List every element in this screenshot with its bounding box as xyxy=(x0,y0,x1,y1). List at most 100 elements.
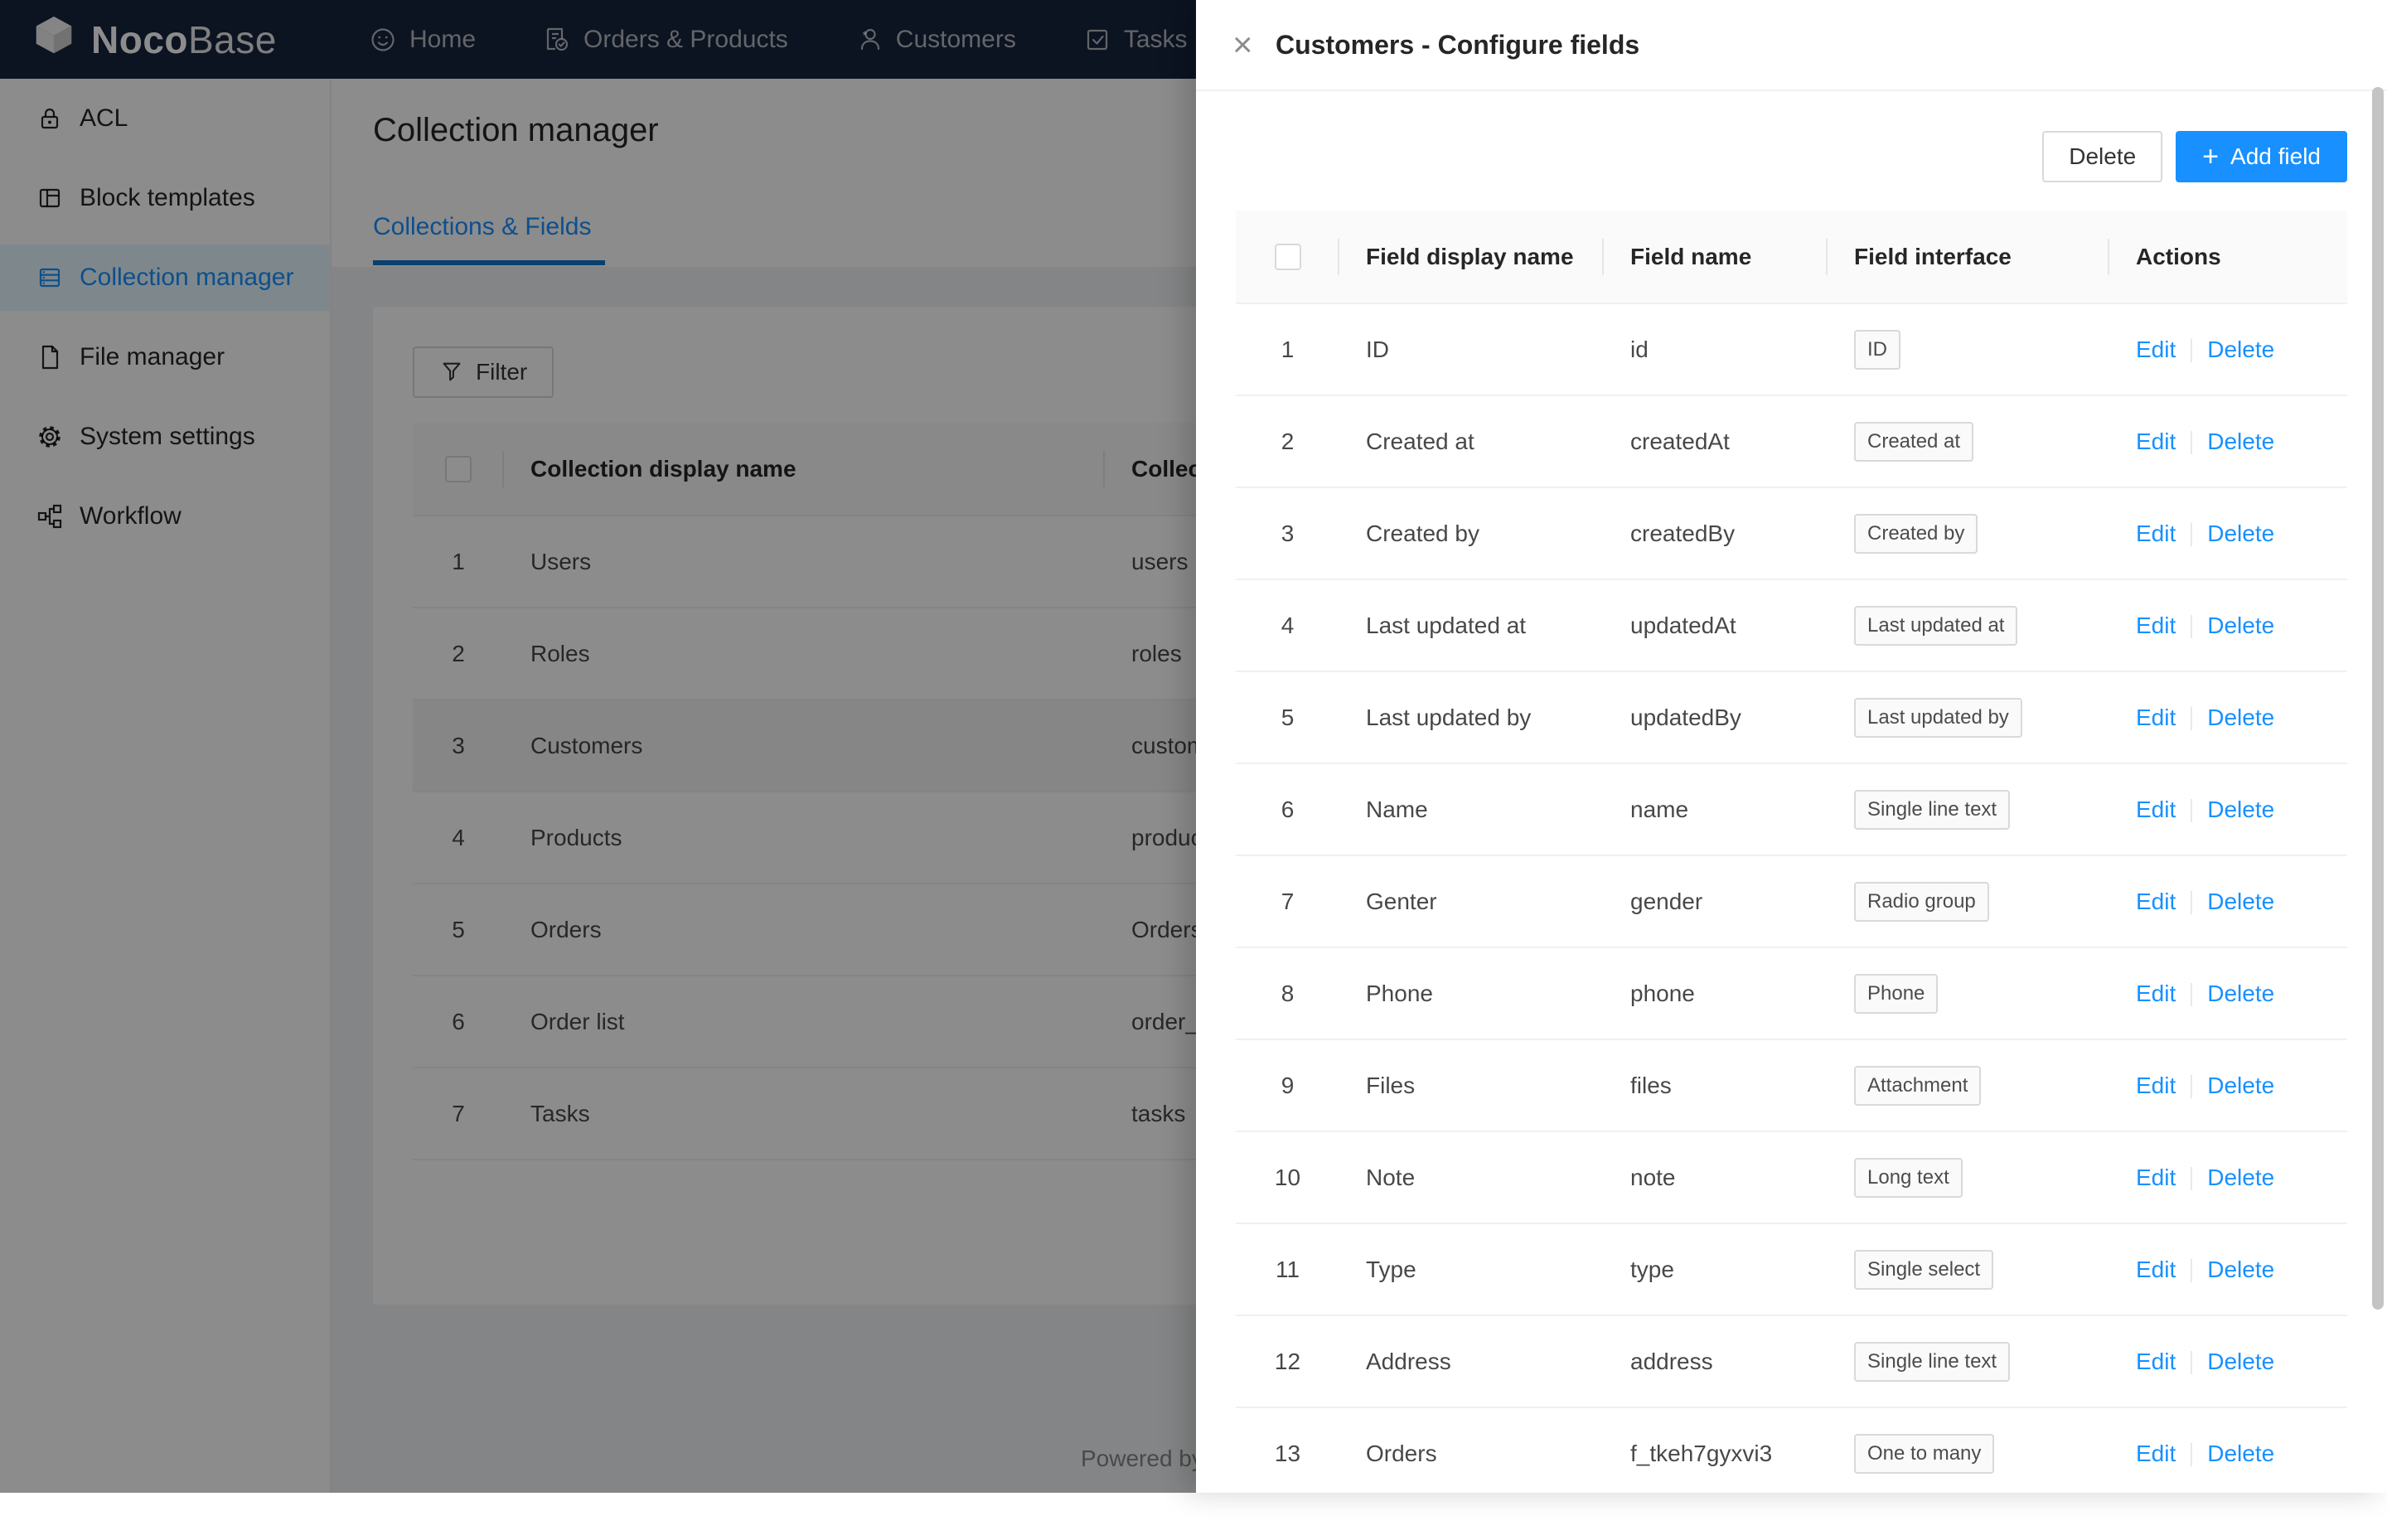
table-row: 11 Type type Single select EditDelete xyxy=(1236,1223,2347,1315)
table-row: 9 Files files Attachment EditDelete xyxy=(1236,1039,2347,1131)
edit-link[interactable]: Edit xyxy=(2136,1165,2176,1190)
edit-link[interactable]: Edit xyxy=(2136,889,2176,914)
edit-link[interactable]: Edit xyxy=(2136,1257,2176,1282)
field-interface-tag: Last updated at xyxy=(1854,606,2017,646)
actions-cell: Edit Delete xyxy=(2109,1039,2347,1131)
delete-link[interactable]: Delete xyxy=(2207,1165,2274,1190)
edit-link[interactable]: Edit xyxy=(2136,337,2176,362)
table-row: 12 Address address Single line text Edit… xyxy=(1236,1315,2347,1407)
field-interface-tag: Long text xyxy=(1854,1158,1963,1198)
delete-link[interactable]: Delete xyxy=(2207,981,2274,1006)
delete-link[interactable]: Delete xyxy=(2207,1073,2274,1098)
delete-link[interactable]: Delete xyxy=(2207,429,2274,454)
drawer-header: × Customers - Configure fields xyxy=(1196,0,2387,91)
field-interface-cell: Single line text xyxy=(1828,1315,2109,1407)
action-divider xyxy=(2191,799,2192,822)
actions-cell: Edit Delete xyxy=(2109,1131,2347,1223)
drawer-body: Delete + Add field Field display name Fi… xyxy=(1196,91,2387,1540)
column-header-field-interface: Field interface xyxy=(1828,211,2109,303)
field-interface-cell: Phone xyxy=(1828,947,2109,1039)
field-interface-tag: Last updated by xyxy=(1854,698,2022,738)
edit-link[interactable]: Edit xyxy=(2136,429,2176,454)
field-interface-tag: Single line text xyxy=(1854,1342,2010,1382)
row-index: 5 xyxy=(1236,671,1339,763)
field-display-name: Phone xyxy=(1339,947,1604,1039)
field-name: f_tkeh7gyxvi3 xyxy=(1604,1407,1828,1499)
field-rows: 1 ID id ID EditDelete 2 xyxy=(1236,303,2347,1499)
actions-cell: Edit Delete xyxy=(2109,395,2347,487)
field-interface-cell: Last updated at xyxy=(1828,579,2109,671)
row-index: 8 xyxy=(1236,947,1339,1039)
field-name: note xyxy=(1604,1131,1828,1223)
delete-link[interactable]: Delete xyxy=(2207,613,2274,638)
row-index: 11 xyxy=(1236,1223,1339,1315)
edit-link[interactable]: Edit xyxy=(2136,1073,2176,1098)
field-interface-tag: Single select xyxy=(1854,1250,1993,1290)
drawer-scrollbar[interactable] xyxy=(2372,87,2384,1310)
table-row: 7 Genter gender Radio group EditDelete xyxy=(1236,855,2347,947)
table-row: 13 Orders f_tkeh7gyxvi3 One to many Edit… xyxy=(1236,1407,2347,1499)
field-interface-tag: Single line text xyxy=(1854,790,2010,830)
delete-link[interactable]: Delete xyxy=(2207,521,2274,546)
delete-link[interactable]: Delete xyxy=(2207,705,2274,730)
table-row: 10 Note note Long text Edit Delete xyxy=(1236,1131,2347,1223)
field-interface-cell: Attachment xyxy=(1828,1039,2109,1131)
table-row: 2 Created at createdAt Created at EditDe… xyxy=(1236,395,2347,487)
action-divider xyxy=(2191,615,2192,638)
field-display-name: Address xyxy=(1339,1315,1604,1407)
field-interface-tag: ID xyxy=(1854,330,1900,370)
field-display-name: Last updated at xyxy=(1339,579,1604,671)
actions-cell: Edit Delete xyxy=(2109,855,2347,947)
row-index: 10 xyxy=(1236,1131,1339,1223)
field-display-name: Note xyxy=(1339,1131,1604,1223)
field-display-name: Orders xyxy=(1339,1407,1604,1499)
edit-link[interactable]: Edit xyxy=(2136,1349,2176,1374)
action-divider xyxy=(2191,1075,2192,1098)
select-all-checkbox[interactable] xyxy=(1275,244,1301,270)
edit-link[interactable]: Edit xyxy=(2136,1441,2176,1466)
table-row: 8 Phone phone Phone EditDelete xyxy=(1236,947,2347,1039)
field-display-name: Type xyxy=(1339,1223,1604,1315)
table-row: 6 Name name Single line text EditDelete xyxy=(1236,763,2347,855)
row-index: 2 xyxy=(1236,395,1339,487)
row-index: 1 xyxy=(1236,303,1339,395)
edit-link[interactable]: Edit xyxy=(2136,705,2176,730)
field-name: files xyxy=(1604,1039,1828,1131)
add-field-button-label: Add field xyxy=(2230,143,2321,170)
delete-button[interactable]: Delete xyxy=(2042,131,2162,182)
field-interface-cell: Radio group xyxy=(1828,855,2109,947)
field-display-name: Last updated by xyxy=(1339,671,1604,763)
field-name: createdBy xyxy=(1604,487,1828,579)
field-interface-tag: Created at xyxy=(1854,422,1973,462)
edit-link[interactable]: Edit xyxy=(2136,981,2176,1006)
edit-link[interactable]: Edit xyxy=(2136,521,2176,546)
action-divider xyxy=(2191,1259,2192,1282)
delete-link[interactable]: Delete xyxy=(2207,337,2274,362)
column-header-field-name: Field name xyxy=(1604,211,1828,303)
field-display-name: Files xyxy=(1339,1039,1604,1131)
delete-link[interactable]: Delete xyxy=(2207,1441,2274,1466)
actions-cell: Edit Delete xyxy=(2109,1407,2347,1499)
field-interface-cell: One to many xyxy=(1828,1407,2109,1499)
row-index: 12 xyxy=(1236,1315,1339,1407)
row-index: 13 xyxy=(1236,1407,1339,1499)
field-display-name: ID xyxy=(1339,303,1604,395)
delete-link[interactable]: Delete xyxy=(2207,889,2274,914)
close-icon[interactable]: × xyxy=(1232,27,1272,62)
delete-link[interactable]: Delete xyxy=(2207,1257,2274,1282)
action-divider xyxy=(2191,983,2192,1006)
column-header-actions: Actions xyxy=(2109,211,2347,303)
add-field-button[interactable]: + Add field xyxy=(2176,131,2347,182)
field-display-name: Genter xyxy=(1339,855,1604,947)
action-divider xyxy=(2191,339,2192,362)
actions-cell: Edit Delete xyxy=(2109,487,2347,579)
row-index: 7 xyxy=(1236,855,1339,947)
field-name: createdAt xyxy=(1604,395,1828,487)
table-row: 1 ID id ID EditDelete xyxy=(1236,303,2347,395)
delete-link[interactable]: Delete xyxy=(2207,1349,2274,1374)
edit-link[interactable]: Edit xyxy=(2136,613,2176,638)
delete-link[interactable]: Delete xyxy=(2207,797,2274,822)
select-all-cell xyxy=(1236,211,1339,303)
field-interface-cell: ID xyxy=(1828,303,2109,395)
edit-link[interactable]: Edit xyxy=(2136,797,2176,822)
